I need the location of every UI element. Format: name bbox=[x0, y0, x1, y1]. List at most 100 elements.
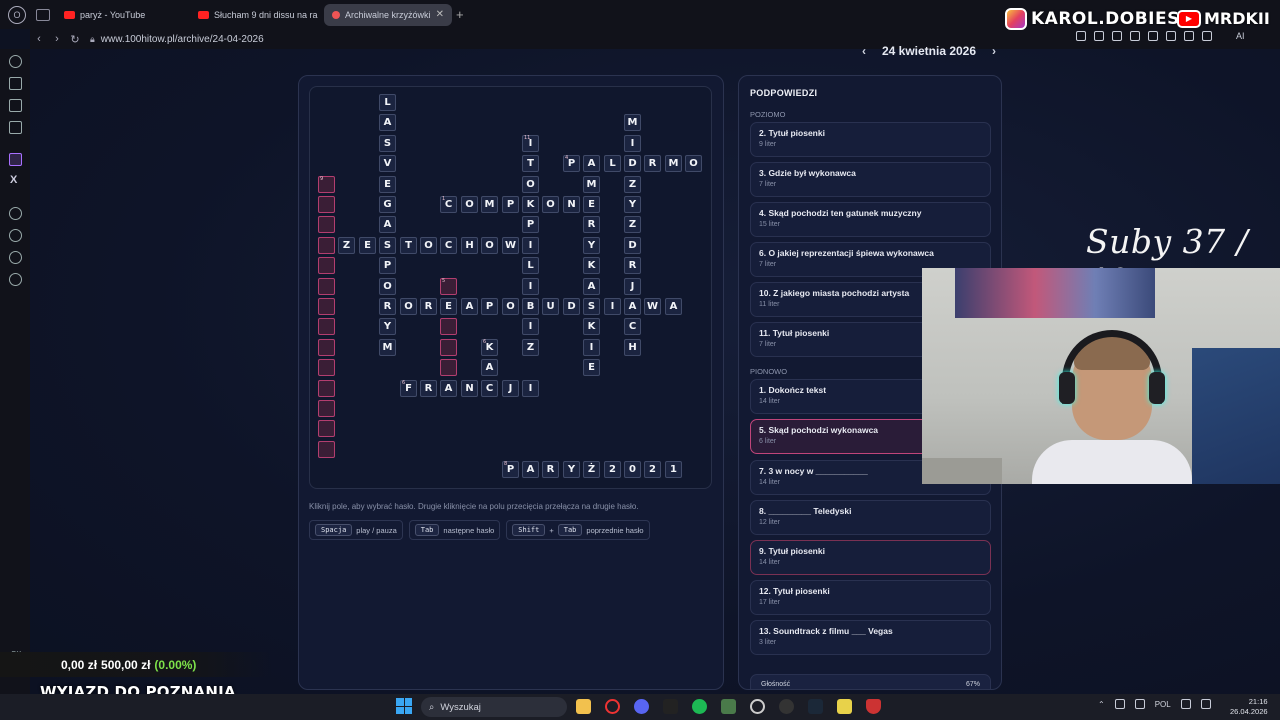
crossword-cell[interactable] bbox=[440, 359, 457, 376]
lock-icon[interactable]: 🔒︎ bbox=[90, 34, 95, 45]
crossword-cell[interactable]: I bbox=[604, 298, 621, 315]
crossword-cell[interactable] bbox=[318, 318, 335, 335]
crossword-cell[interactable] bbox=[318, 400, 335, 417]
crossword-cell[interactable]: E bbox=[583, 196, 600, 213]
crossword-cell[interactable]: 9 bbox=[318, 176, 335, 193]
file-explorer-icon[interactable] bbox=[576, 699, 591, 714]
opera-logo-icon[interactable]: O bbox=[8, 5, 26, 24]
extensions-icon[interactable] bbox=[1166, 31, 1176, 41]
messenger-icon[interactable] bbox=[9, 55, 22, 68]
player-icon[interactable] bbox=[1130, 31, 1140, 41]
crossword-cell[interactable]: V bbox=[379, 155, 396, 172]
pin-icon[interactable] bbox=[1076, 31, 1086, 41]
crossword-cell[interactable]: Y bbox=[583, 237, 600, 254]
crossword-cell[interactable]: 5 bbox=[440, 278, 457, 295]
crossword-cell[interactable]: D bbox=[624, 237, 641, 254]
mail-icon[interactable] bbox=[9, 121, 22, 134]
crossword-cell[interactable]: O bbox=[542, 196, 559, 213]
heart-icon[interactable] bbox=[1148, 31, 1158, 41]
crossword-cell[interactable]: O bbox=[461, 196, 478, 213]
crossword-cell[interactable]: G bbox=[379, 196, 396, 213]
crossword-cell[interactable]: W bbox=[502, 237, 519, 254]
crossword-cell[interactable] bbox=[318, 441, 335, 458]
crossword-cell[interactable]: S bbox=[583, 298, 600, 315]
crossword-cell[interactable]: R bbox=[542, 461, 559, 478]
reload-icon[interactable]: ↻ bbox=[66, 33, 84, 46]
crossword-cell[interactable]: R bbox=[420, 298, 437, 315]
chevron-up-icon[interactable]: ⌃ bbox=[1098, 700, 1105, 709]
crossword-cell[interactable]: Z bbox=[338, 237, 355, 254]
settings-icon[interactable] bbox=[9, 273, 22, 286]
windows-start-icon[interactable] bbox=[396, 698, 412, 714]
crossword-cell[interactable]: B bbox=[522, 298, 539, 315]
crossword-cell[interactable]: E bbox=[379, 176, 396, 193]
crossword-cell[interactable]: A bbox=[522, 461, 539, 478]
crossword-cell[interactable]: D bbox=[563, 298, 580, 315]
clue-down-12[interactable]: 12. Tytuł piosenki 17 liter bbox=[750, 580, 991, 615]
crossword-cell[interactable]: A bbox=[665, 298, 682, 315]
crossword-cell[interactable]: A bbox=[624, 298, 641, 315]
crossword-cell[interactable] bbox=[318, 237, 335, 254]
tab-youtube-sluchan[interactable]: Słucham 9 dni dissu na ra bbox=[190, 4, 318, 26]
crossword-cell[interactable]: O bbox=[502, 298, 519, 315]
shield-icon[interactable] bbox=[866, 699, 881, 714]
ai-button[interactable]: AI bbox=[1236, 31, 1245, 41]
obs-icon[interactable] bbox=[750, 699, 765, 714]
tab-archiwalne-krzyzowki[interactable]: Archiwalne krzyżówki ✕ bbox=[324, 3, 452, 26]
history-icon[interactable] bbox=[9, 229, 22, 242]
crossword-cell[interactable]: J bbox=[624, 278, 641, 295]
clue-down-13[interactable]: 13. Soundtrack z filmu ___ Vegas 3 liter bbox=[750, 620, 991, 655]
clue-down-9[interactable]: 9. Tytuł piosenki 14 liter bbox=[750, 540, 991, 575]
crossword-cell[interactable]: H bbox=[624, 339, 641, 356]
crossword-cell[interactable]: A bbox=[440, 380, 457, 397]
language-indicator[interactable]: POL bbox=[1155, 700, 1171, 709]
next-date-button[interactable]: › bbox=[992, 44, 996, 58]
crossword-cell[interactable]: K bbox=[522, 196, 539, 213]
crossword-cell[interactable]: O bbox=[522, 176, 539, 193]
extensions-icon[interactable] bbox=[9, 251, 22, 264]
crossword-cell[interactable]: J bbox=[502, 380, 519, 397]
crossword-cell[interactable]: C bbox=[481, 380, 498, 397]
crossword-cell[interactable]: C bbox=[624, 318, 641, 335]
crossword-cell[interactable]: D bbox=[624, 155, 641, 172]
crossword-cell[interactable]: Ż bbox=[583, 461, 600, 478]
volume-control[interactable]: Głośność 67% bbox=[750, 674, 991, 689]
crossword-cell[interactable]: F6 bbox=[400, 380, 417, 397]
crossword-cell[interactable]: E bbox=[440, 298, 457, 315]
snapshot-icon[interactable] bbox=[1094, 31, 1104, 41]
crossword-cell[interactable]: 2 bbox=[644, 461, 661, 478]
crossword-cell[interactable]: A bbox=[481, 359, 498, 376]
crossword-cell[interactable] bbox=[318, 359, 335, 376]
crossword-cell[interactable]: P bbox=[481, 298, 498, 315]
github-icon[interactable] bbox=[779, 699, 794, 714]
crossword-cell[interactable]: K bbox=[583, 318, 600, 335]
crossword-cell[interactable]: S bbox=[379, 237, 396, 254]
crossword-cell[interactable]: P bbox=[379, 257, 396, 274]
prev-date-button[interactable]: ‹ bbox=[862, 44, 866, 58]
crossword-cell[interactable]: L bbox=[604, 155, 621, 172]
url-field[interactable]: www.100hitow.pl/archive/24-04-2026 bbox=[101, 34, 264, 45]
app-icon[interactable] bbox=[663, 699, 678, 714]
crossword-cell[interactable]: L bbox=[379, 94, 396, 111]
crossword-cell[interactable] bbox=[318, 380, 335, 397]
crossword-cell[interactable]: I bbox=[522, 318, 539, 335]
crossword-cell[interactable]: K6 bbox=[481, 339, 498, 356]
network-icon[interactable] bbox=[1180, 699, 1191, 709]
crossword-cell[interactable]: O bbox=[685, 155, 702, 172]
crossword-cell[interactable]: A bbox=[461, 298, 478, 315]
discord-icon[interactable] bbox=[634, 699, 649, 714]
crossword-cell[interactable]: A bbox=[583, 278, 600, 295]
crossword-cell[interactable]: Z bbox=[522, 339, 539, 356]
crossword-cell[interactable]: I bbox=[522, 237, 539, 254]
crossword-cell[interactable]: E bbox=[583, 359, 600, 376]
crossword-cell[interactable]: N bbox=[461, 380, 478, 397]
forward-icon[interactable]: › bbox=[48, 33, 66, 45]
crossword-cell[interactable]: Y bbox=[379, 318, 396, 335]
crossword-cell[interactable]: W bbox=[644, 298, 661, 315]
clue-down-8[interactable]: 8. _________ Teledyski 12 liter bbox=[750, 500, 991, 535]
taskbar-clock[interactable]: 21:16 26.04.2026 bbox=[1230, 697, 1268, 717]
crossword-cell[interactable]: N bbox=[563, 196, 580, 213]
crossword-cell[interactable]: M bbox=[583, 176, 600, 193]
wallet-icon[interactable] bbox=[9, 99, 22, 112]
crossword-cell[interactable]: Y bbox=[563, 461, 580, 478]
